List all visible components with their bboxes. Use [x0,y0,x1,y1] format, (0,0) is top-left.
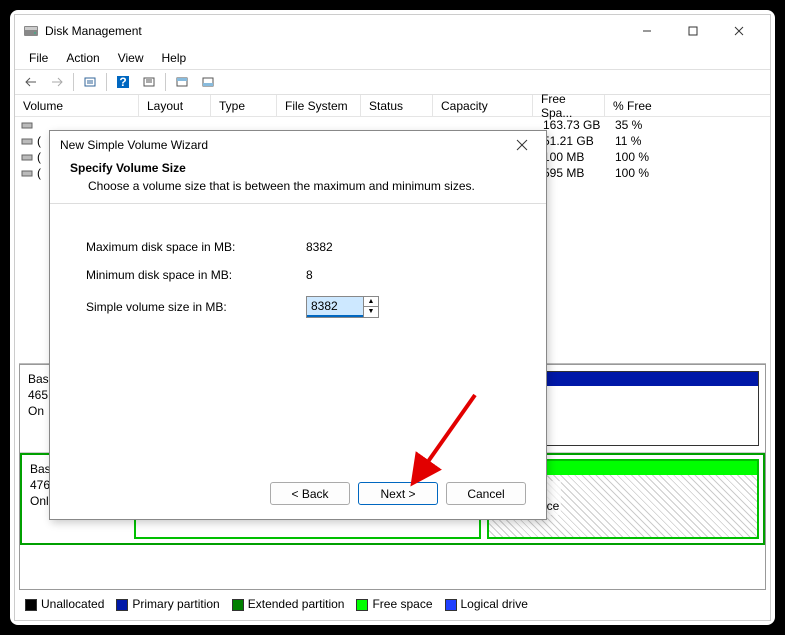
max-space-label: Maximum disk space in MB: [86,240,306,254]
minimize-button[interactable] [624,15,670,47]
window-title: Disk Management [45,24,624,38]
disk-management-icon [23,23,39,39]
properties-icon[interactable] [78,71,102,93]
menu-file[interactable]: File [21,49,56,67]
drive-icon [21,167,33,179]
refresh-icon[interactable] [137,71,161,93]
cancel-button[interactable]: Cancel [446,482,526,505]
back-icon[interactable] [19,71,43,93]
header-status[interactable]: Status [361,95,433,116]
min-space-label: Minimum disk space in MB: [86,268,306,282]
spinner-down-icon[interactable]: ▼ [364,307,378,317]
maximize-button[interactable] [670,15,716,47]
dialog-heading: Specify Volume Size [70,161,526,175]
drive-icon [21,151,33,163]
volume-size-label: Simple volume size in MB: [86,300,306,314]
svg-text:?: ? [119,75,126,89]
header-volume[interactable]: Volume [15,95,139,116]
layout-bottom-icon[interactable] [196,71,220,93]
dialog-close-button[interactable] [508,131,536,159]
next-button[interactable]: Next > [358,482,438,505]
help-icon[interactable]: ? [111,71,135,93]
header-filesystem[interactable]: File System [277,95,361,116]
drive-icon [21,119,33,131]
dialog-title: New Simple Volume Wizard [60,138,208,152]
new-simple-volume-wizard: New Simple Volume Wizard Specify Volume … [49,130,547,520]
close-icon [516,139,528,151]
header-freespace[interactable]: Free Spa... [533,95,605,116]
forward-icon[interactable] [45,71,69,93]
dialog-subheading: Choose a volume size that is between the… [70,175,526,193]
volume-size-input[interactable] [307,297,363,317]
toolbar: ? [15,69,770,95]
close-button[interactable] [716,15,762,47]
menubar: File Action View Help [15,47,770,69]
min-space-value: 8 [306,268,313,282]
volume-size-spinner: ▲ ▼ [306,296,379,318]
drive-icon [21,135,33,147]
header-layout[interactable]: Layout [139,95,211,116]
header-type[interactable]: Type [211,95,277,116]
max-space-value: 8382 [306,240,333,254]
titlebar: Disk Management [15,15,770,47]
disk-management-window: Disk Management File Action View Help ? … [14,14,771,621]
header-capacity[interactable]: Capacity [433,95,533,116]
back-button[interactable]: < Back [270,482,350,505]
column-headers: Volume Layout Type File System Status Ca… [15,95,770,117]
spinner-up-icon[interactable]: ▲ [364,297,378,307]
layout-top-icon[interactable] [170,71,194,93]
menu-help[interactable]: Help [154,49,195,67]
header-pctfree[interactable]: % Free [605,95,770,116]
menu-view[interactable]: View [110,49,152,67]
legend: Unallocated Primary partition Extended p… [19,592,766,616]
menu-action[interactable]: Action [58,49,107,67]
